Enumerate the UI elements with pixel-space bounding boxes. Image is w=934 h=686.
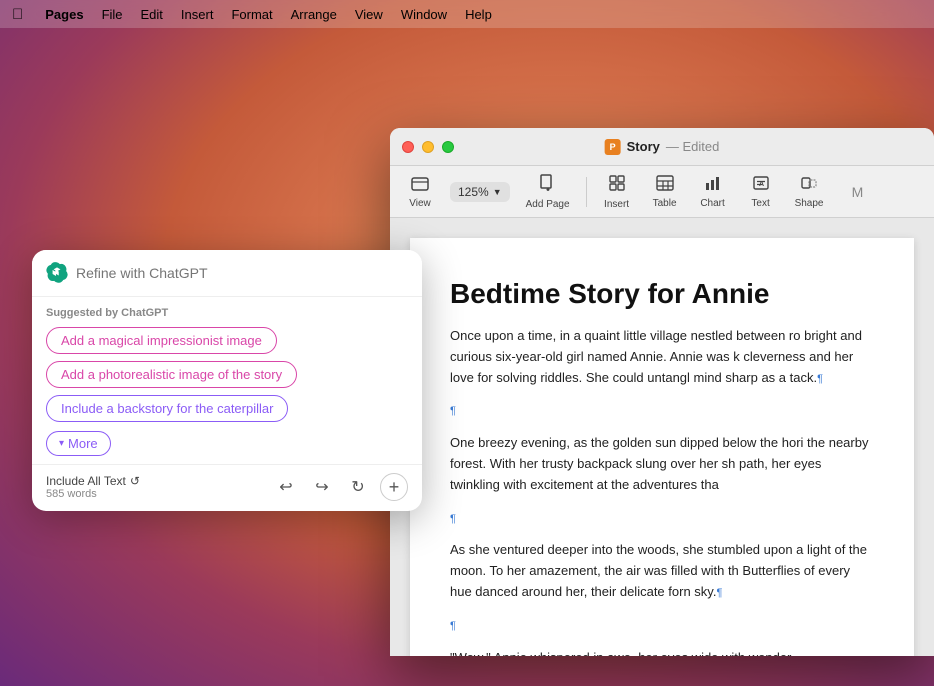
chart-label: Chart	[700, 198, 724, 209]
window-maximize-button[interactable]	[442, 141, 454, 153]
menubar-edit[interactable]: Edit	[141, 7, 163, 22]
shape-label: Shape	[795, 198, 824, 209]
suggestion-chip-3[interactable]: Include a backstory for the caterpillar	[46, 395, 288, 422]
table-label: Table	[653, 198, 677, 209]
menubar-view[interactable]: View	[355, 7, 383, 22]
document-content-area[interactable]: Bedtime Story for Annie Once upon a time…	[390, 218, 934, 656]
more-label: More	[68, 436, 98, 451]
word-count: 585 words	[46, 488, 140, 500]
footer-actions: ↩ ↪ ↻ +	[272, 473, 408, 501]
window-title-area: P Story — Edited	[605, 139, 720, 155]
document-paragraph-2: One breezy evening, as the golden sun di…	[450, 433, 874, 495]
document-heading: Bedtime Story for Annie	[450, 278, 874, 310]
toolbar-separator-1	[586, 177, 587, 207]
toolbar-shape[interactable]: Shape	[787, 171, 832, 213]
pages-window: P Story — Edited View 125% ▼	[390, 128, 934, 656]
more-chevron-icon: ▾	[59, 438, 64, 449]
suggestions-area: Suggested by ChatGPT Add a magical impre…	[32, 297, 422, 464]
pages-app-icon: P	[605, 139, 621, 155]
document-pilcrow-2: ¶	[450, 508, 874, 529]
add-page-label: Add Page	[526, 199, 570, 210]
document-paragraph-3: As she ventured deeper into the woods, s…	[450, 540, 874, 602]
undo-button[interactable]: ↩	[272, 473, 300, 501]
document-paragraph-1: Once upon a time, in a quaint little vil…	[450, 326, 874, 388]
menubar:  Pages File Edit Insert Format Arrange …	[0, 0, 934, 28]
toolbar-table[interactable]: Table	[643, 171, 687, 213]
window-minimize-button[interactable]	[422, 141, 434, 153]
svg-text:A: A	[759, 181, 764, 188]
more-toolbar-icon: M	[852, 184, 864, 200]
menubar-window[interactable]: Window	[401, 7, 447, 22]
chatgpt-footer: Include All Text ↺ 585 words ↩ ↪ ↻ +	[32, 464, 422, 511]
suggestions-label: Suggested by ChatGPT	[46, 307, 408, 319]
document-pilcrow-3: ¶	[450, 615, 874, 636]
document-pilcrow-1: ¶	[450, 400, 874, 421]
window-titlebar: P Story — Edited	[390, 128, 934, 166]
document-paragraph-4: "Wow," Annie whispered in awe, her eyes …	[450, 648, 874, 656]
text-label: Text	[751, 198, 769, 209]
footer-info: Include All Text ↺ 585 words	[46, 474, 140, 500]
include-all-text[interactable]: Include All Text ↺	[46, 474, 140, 488]
view-icon	[411, 175, 429, 196]
insert-icon	[608, 174, 626, 197]
toolbar-more[interactable]: M	[835, 180, 879, 204]
toolbar: View 125% ▼ Add Page	[390, 166, 934, 218]
menubar-format[interactable]: Format	[231, 7, 272, 22]
include-label: Include All Text	[46, 474, 126, 488]
window-controls	[402, 141, 454, 153]
suggestion-chip-2[interactable]: Add a photorealistic image of the story	[46, 361, 297, 388]
table-icon	[656, 175, 674, 196]
menubar-pages[interactable]: Pages	[45, 7, 83, 22]
zoom-value: 125%	[458, 185, 489, 199]
menubar-insert[interactable]: Insert	[181, 7, 214, 22]
chatgpt-refine-input[interactable]	[76, 265, 408, 281]
window-close-button[interactable]	[402, 141, 414, 153]
chatgpt-input-row	[32, 250, 422, 297]
add-button[interactable]: +	[380, 473, 408, 501]
more-suggestions-button[interactable]: ▾ More	[46, 431, 111, 456]
menubar-file[interactable]: File	[102, 7, 123, 22]
document-status: — Edited	[666, 139, 720, 154]
chatgpt-panel: Suggested by ChatGPT Add a magical impre…	[32, 250, 422, 511]
toolbar-chart[interactable]: Chart	[691, 171, 735, 213]
shape-icon	[800, 175, 818, 196]
suggestion-chip-1[interactable]: Add a magical impressionist image	[46, 327, 277, 354]
chatgpt-logo-icon	[46, 262, 68, 284]
toolbar-insert[interactable]: Insert	[595, 170, 639, 214]
insert-label: Insert	[604, 199, 629, 210]
apple-menu[interactable]: 	[12, 6, 23, 23]
view-label: View	[409, 198, 431, 209]
document-page: Bedtime Story for Annie Once upon a time…	[410, 238, 914, 656]
toolbar-view[interactable]: View	[398, 171, 442, 213]
document-title: Story	[627, 139, 660, 154]
toolbar-add-page[interactable]: Add Page	[518, 170, 578, 214]
toolbar-zoom[interactable]: 125% ▼	[450, 182, 510, 202]
menubar-help[interactable]: Help	[465, 7, 492, 22]
chart-icon	[704, 175, 722, 196]
add-page-icon	[540, 174, 556, 197]
text-icon: A	[752, 175, 770, 196]
zoom-chevron-icon: ▼	[493, 187, 502, 197]
include-refresh-icon: ↺	[130, 474, 140, 488]
menubar-arrange[interactable]: Arrange	[291, 7, 337, 22]
refresh-button[interactable]: ↻	[344, 473, 372, 501]
redo-button[interactable]: ↪	[308, 473, 336, 501]
toolbar-text[interactable]: A Text	[739, 171, 783, 213]
